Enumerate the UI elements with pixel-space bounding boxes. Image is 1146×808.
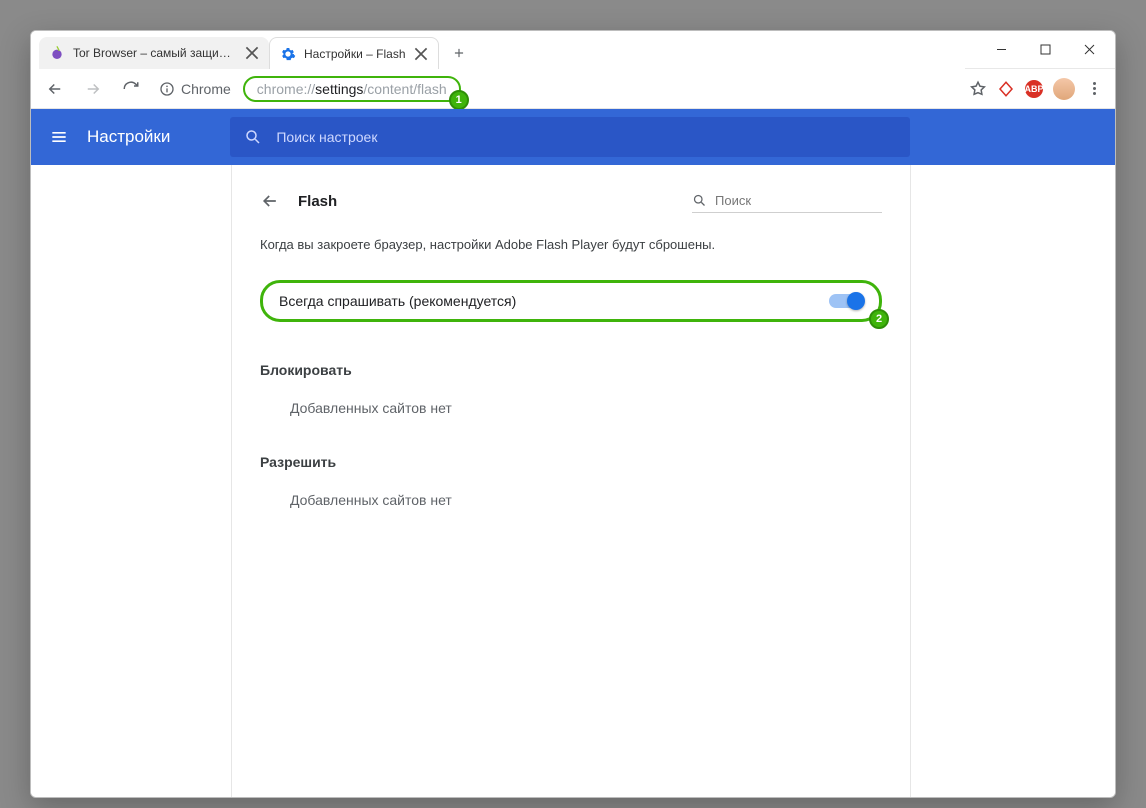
gear-favicon	[280, 46, 296, 62]
inline-search-placeholder: Поиск	[715, 193, 751, 208]
new-tab-button[interactable]	[445, 39, 473, 67]
window-close-button[interactable]	[1067, 33, 1111, 67]
annotation-badge-1: 1	[449, 90, 469, 110]
abp-extension-icon[interactable]: ABP	[1025, 80, 1043, 98]
allow-empty-text: Добавленных сайтов нет	[290, 492, 882, 508]
settings-search-bar[interactable]: Поиск настроек	[230, 117, 910, 157]
yandex-icon[interactable]	[997, 80, 1015, 98]
search-icon	[244, 128, 262, 146]
settings-header: Настройки Поиск настроек	[31, 109, 1115, 165]
block-empty-text: Добавленных сайтов нет	[290, 400, 882, 416]
close-icon[interactable]	[414, 47, 428, 61]
window-minimize-button[interactable]	[979, 33, 1023, 67]
browser-window: Tor Browser – самый защищенн Настройки –…	[30, 30, 1116, 798]
settings-title: Настройки	[87, 127, 170, 147]
tab-title: Настройки – Flash	[304, 47, 406, 61]
page-heading: Flash	[298, 193, 337, 210]
settings-content: Flash Поиск Когда вы закроете браузер, н…	[31, 165, 1115, 797]
kebab-menu-icon[interactable]	[1085, 80, 1103, 98]
hamburger-menu-icon[interactable]	[31, 127, 87, 147]
omnibox[interactable]: chrome://settings/content/flash 1	[243, 76, 963, 102]
block-section-label: Блокировать	[260, 362, 882, 378]
back-arrow-button[interactable]	[260, 191, 280, 211]
inline-search-input[interactable]: Поиск	[692, 189, 882, 213]
search-icon	[692, 193, 707, 208]
card-header: Flash Поиск	[260, 189, 882, 213]
url-highlight-annotation: chrome://settings/content/flash 1	[243, 76, 461, 102]
annotation-badge-2: 2	[869, 309, 889, 329]
onion-favicon	[49, 45, 65, 61]
close-icon[interactable]	[245, 46, 259, 60]
url-segment: chrome://	[257, 81, 315, 97]
site-info-chip[interactable]: Chrome	[153, 81, 237, 97]
tab-strip: Tor Browser – самый защищенн Настройки –…	[31, 31, 965, 69]
tab-title: Tor Browser – самый защищенн	[73, 46, 237, 60]
url-segment: settings	[315, 81, 363, 97]
toggle-label: Всегда спрашивать (рекомендуется)	[279, 293, 516, 309]
flash-reset-info: Когда вы закроете браузер, настройки Ado…	[260, 237, 882, 252]
star-icon[interactable]	[969, 80, 987, 98]
always-ask-toggle-row[interactable]: Всегда спрашивать (рекомендуется) 2	[260, 280, 882, 322]
tab-settings-flash[interactable]: Настройки – Flash	[269, 37, 439, 69]
toolbar-right-icons: ABP	[969, 78, 1107, 100]
tab-tor-browser[interactable]: Tor Browser – самый защищенн	[39, 37, 269, 69]
flash-settings-card: Flash Поиск Когда вы закроете браузер, н…	[231, 165, 911, 797]
url-segment: /content/flash	[363, 81, 446, 97]
reload-button[interactable]	[115, 73, 147, 105]
settings-search-placeholder: Поиск настроек	[276, 129, 377, 145]
window-maximize-button[interactable]	[1023, 33, 1067, 67]
site-chip-label: Chrome	[181, 81, 231, 97]
back-button[interactable]	[39, 73, 71, 105]
allow-section-label: Разрешить	[260, 454, 882, 470]
browser-toolbar: Chrome chrome://settings/content/flash 1…	[31, 69, 1115, 109]
toggle-switch[interactable]	[829, 294, 863, 308]
profile-avatar[interactable]	[1053, 78, 1075, 100]
forward-button[interactable]	[77, 73, 109, 105]
